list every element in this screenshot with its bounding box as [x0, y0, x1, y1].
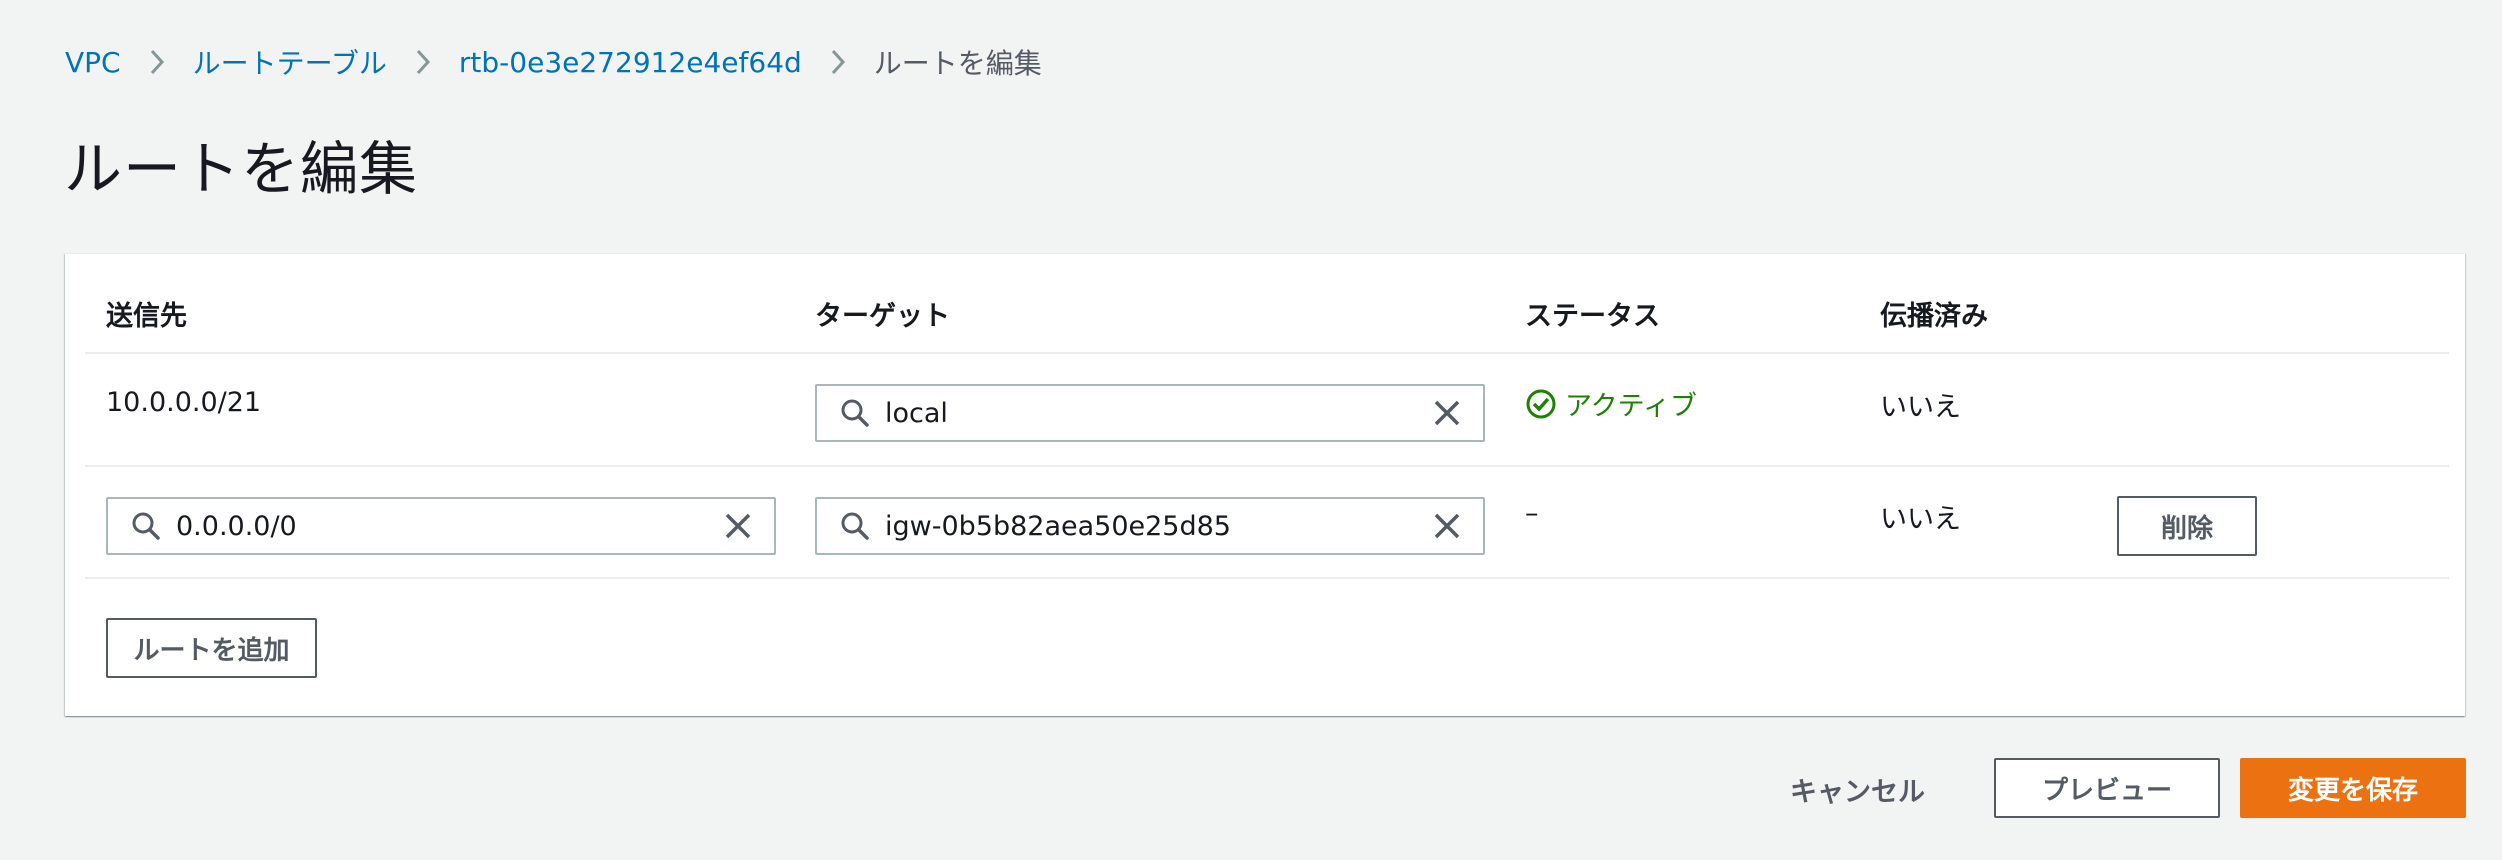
breadcrumb-current: ルートを編集	[873, 47, 1042, 80]
search-icon	[837, 395, 873, 431]
breadcrumb-route-tables[interactable]: ルートテーブル	[193, 42, 387, 82]
status-positive-icon	[1526, 389, 1556, 418]
row-divider	[85, 465, 2449, 467]
remove-route-button[interactable]: 削除	[2117, 496, 2257, 556]
close-icon[interactable]	[718, 506, 758, 546]
search-icon	[837, 508, 873, 544]
target-search-input[interactable]: local	[815, 384, 1485, 442]
row-divider	[85, 577, 2449, 579]
target-value[interactable]: igw-0b5b82aea50e25d85	[885, 511, 1427, 542]
close-icon[interactable]	[1427, 506, 1467, 546]
routes-panel: 送信先 ターゲット ステータス 伝播済み 10.0.0.0/21 local ア…	[65, 253, 2465, 716]
status-badge: アクティブ	[1525, 384, 1697, 423]
search-icon	[128, 508, 164, 544]
page-title: ルートを編集	[64, 135, 419, 203]
status-text: アクティブ	[1565, 391, 1698, 422]
chevron-right-icon	[135, 48, 179, 76]
column-header-propagated: 伝播済み	[1880, 301, 1988, 332]
destination-value[interactable]: 0.0.0.0/0	[176, 511, 718, 542]
propagated-cell: いいえ	[1880, 504, 1961, 535]
add-route-button[interactable]: ルートを追加	[106, 618, 317, 678]
breadcrumb: VPC ルートテーブル rtb-0e3e272912e4ef64d ルートを編集	[65, 40, 1042, 84]
column-header-destination: 送信先	[106, 301, 187, 332]
preview-button[interactable]: プレビュー	[1994, 758, 2220, 818]
status-cell: –	[1525, 498, 1539, 529]
save-changes-button[interactable]: 変更を保存	[2240, 758, 2466, 818]
cancel-button[interactable]: キャンセル	[1790, 770, 1925, 809]
breadcrumb-vpc[interactable]: VPC	[65, 46, 121, 79]
close-icon[interactable]	[1427, 393, 1467, 433]
column-header-status: ステータス	[1525, 301, 1660, 332]
chevron-right-icon	[816, 48, 860, 76]
chevron-right-icon	[401, 48, 445, 76]
breadcrumb-route-table-id[interactable]: rtb-0e3e272912e4ef64d	[459, 46, 802, 79]
header-divider	[85, 352, 2449, 354]
column-header-target: ターゲット	[815, 301, 950, 332]
target-search-input[interactable]: igw-0b5b82aea50e25d85	[815, 497, 1485, 555]
propagated-cell: いいえ	[1880, 392, 1961, 423]
destination-search-input[interactable]: 0.0.0.0/0	[106, 497, 776, 555]
destination-cell: 10.0.0.0/21	[106, 387, 262, 418]
target-value[interactable]: local	[885, 398, 1427, 429]
